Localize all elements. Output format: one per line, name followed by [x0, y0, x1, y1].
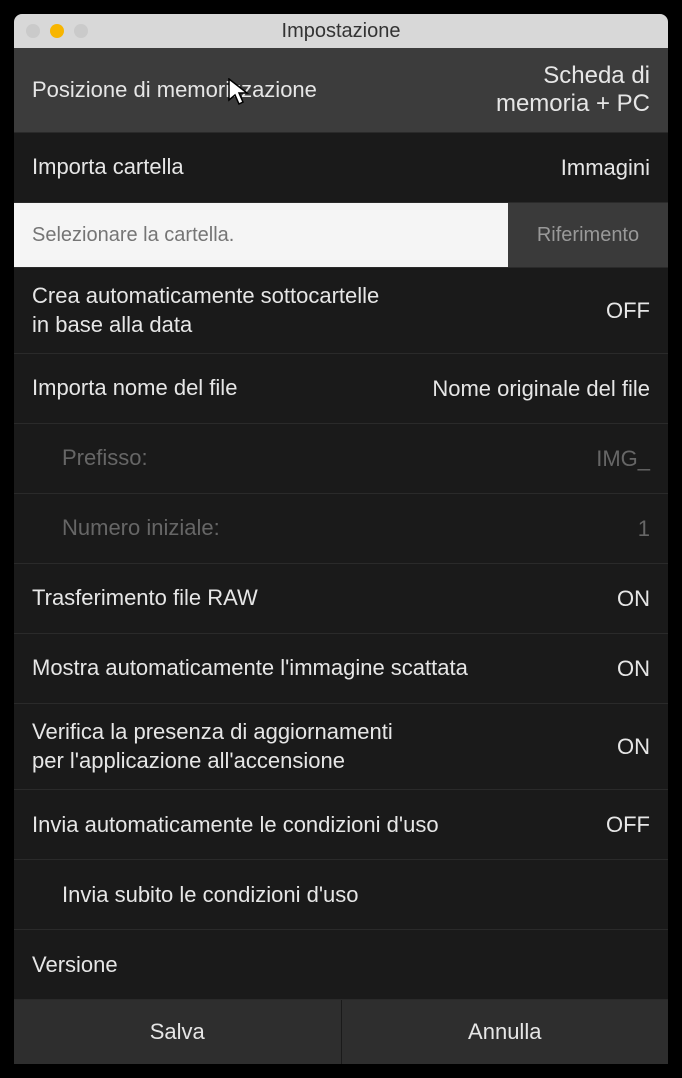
prefix-value: IMG_ [596, 446, 650, 472]
start-number-value: 1 [638, 516, 650, 542]
traffic-lights [26, 24, 88, 38]
auto-show-label: Mostra automaticamente l'immagine scatta… [32, 654, 617, 683]
row-folder-select: Riferimento [14, 203, 668, 268]
import-folder-value: Immagini [561, 155, 650, 181]
row-version[interactable]: Versione [14, 930, 668, 1000]
import-folder-label: Importa cartella [32, 153, 561, 182]
minimize-icon[interactable] [50, 24, 64, 38]
send-now-conditions-label: Invia subito le condizioni d'uso [32, 881, 650, 910]
import-filename-value: Nome originale del file [432, 376, 650, 402]
row-send-now-conditions[interactable]: Invia subito le condizioni d'uso [14, 860, 668, 930]
auto-show-value: ON [617, 656, 650, 682]
row-auto-send-conditions[interactable]: Invia automaticamente le condizioni d'us… [14, 790, 668, 860]
titlebar: Impostazione [14, 14, 668, 48]
row-check-updates[interactable]: Verifica la presenza di aggiornamenti pe… [14, 704, 668, 790]
browse-button[interactable]: Riferimento [508, 203, 668, 267]
check-updates-value: ON [617, 734, 650, 760]
auto-send-conditions-label: Invia automaticamente le condizioni d'us… [32, 811, 606, 840]
row-raw-transfer[interactable]: Trasferimento file RAW ON [14, 564, 668, 634]
window-title: Impostazione [14, 20, 668, 43]
auto-subfolders-value: OFF [606, 298, 650, 324]
row-auto-subfolders[interactable]: Crea automaticamente sottocartelle in ba… [14, 268, 668, 354]
maximize-icon[interactable] [74, 24, 88, 38]
row-import-folder[interactable]: Importa cartella Immagini [14, 133, 668, 203]
row-storage-position[interactable]: Posizione di memorizzazione Scheda di me… [14, 48, 668, 133]
storage-position-label: Posizione di memorizzazione [32, 76, 496, 105]
check-updates-label: Verifica la presenza di aggiornamenti pe… [32, 718, 617, 775]
raw-transfer-value: ON [617, 586, 650, 612]
footer: Salva Annulla [14, 1000, 668, 1064]
row-import-filename[interactable]: Importa nome del file Nome originale del… [14, 354, 668, 424]
raw-transfer-label: Trasferimento file RAW [32, 584, 617, 613]
row-auto-show[interactable]: Mostra automaticamente l'immagine scatta… [14, 634, 668, 704]
storage-position-value: Scheda di memoria + PC [496, 62, 650, 118]
folder-path-input[interactable] [14, 203, 508, 267]
auto-subfolders-label: Crea automaticamente sottocartelle in ba… [32, 282, 606, 339]
row-start-number: Numero iniziale: 1 [14, 494, 668, 564]
version-label: Versione [32, 951, 650, 980]
auto-send-conditions-value: OFF [606, 812, 650, 838]
close-icon[interactable] [26, 24, 40, 38]
start-number-label: Numero iniziale: [32, 514, 638, 543]
prefix-label: Prefisso: [32, 444, 596, 473]
save-button[interactable]: Salva [14, 1000, 342, 1064]
import-filename-label: Importa nome del file [32, 374, 432, 403]
row-prefix: Prefisso: IMG_ [14, 424, 668, 494]
cancel-button[interactable]: Annulla [342, 1000, 669, 1064]
settings-window: Impostazione Posizione di memorizzazione… [14, 14, 668, 1064]
